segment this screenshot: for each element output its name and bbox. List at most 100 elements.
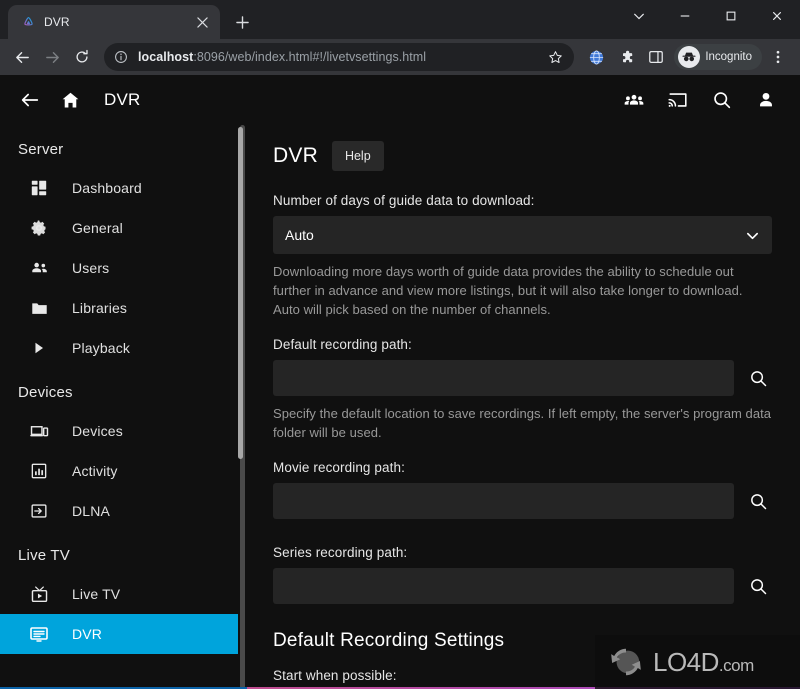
movie-recording-path-input[interactable] [273,483,734,519]
chart-bar-icon [28,462,50,480]
address-bar[interactable]: localhost:8096/web/index.html#!/livetvse… [104,43,575,71]
guide-days-select[interactable]: Auto [273,216,772,254]
input-arrow-icon [28,502,50,520]
folder-icon [28,299,50,318]
sidebar-item-libraries[interactable]: Libraries [0,288,238,328]
sidebar-item-dvr[interactable]: DVR [0,614,238,654]
default-recording-path-label: Default recording path: [273,337,412,352]
window-controls [616,0,800,32]
page-title: DVR [273,144,318,167]
sidebar-scroll-area: Server Dashboard General Users Libraries… [0,125,238,689]
app-title: DVR [104,90,141,109]
sidebar-item-users[interactable]: Users [0,248,238,288]
sidebar-item-playback[interactable]: Playback [0,328,238,368]
forward-button[interactable] [38,43,66,71]
back-button[interactable] [8,43,36,71]
sidebar-item-label: Users [72,260,110,276]
chevron-down-icon [745,216,760,254]
search-icon[interactable] [744,487,772,515]
sidebar-scrollbar-thumb[interactable] [238,127,243,459]
sidebar-section-server: Server [18,141,64,158]
search-icon[interactable] [702,80,742,120]
sidebar-item-label: Devices [72,423,123,439]
sidebar-item-label: Libraries [72,300,128,316]
sidebar-item-live-tv[interactable]: Live TV [0,574,238,614]
default-recording-settings-heading: Default Recording Settings [273,630,505,651]
movie-recording-path-row [273,483,772,519]
person-icon[interactable] [746,80,786,120]
default-recording-path-input[interactable] [273,360,734,396]
sidebar-item-dlna[interactable]: DLNA [0,491,238,531]
guide-days-label: Number of days of guide data to download… [273,193,535,208]
home-icon[interactable] [50,80,90,120]
settings-sidebar: Server Dashboard General Users Libraries… [0,125,247,689]
url-host: localhost [138,50,194,64]
extensions-puzzle-icon[interactable] [612,43,640,71]
close-window-icon[interactable] [754,0,800,32]
new-tab-button[interactable] [228,8,256,36]
sidebar-item-label: DVR [72,626,103,642]
sidebar-item-label: Live TV [72,586,121,602]
jellyfin-app: DVR Server Dashboard General Users Libra… [0,75,800,689]
page-header: DVR Help [273,141,772,171]
url-text: localhost:8096/web/index.html#!/livetvse… [138,50,536,64]
sidebar-item-label: Dashboard [72,180,142,196]
guide-days-help: Downloading more days worth of guide dat… [273,264,743,317]
bookmark-star-icon[interactable] [544,50,566,65]
sidebar-item-label: General [72,220,123,236]
guide-days-select-wrap: Auto [273,216,772,254]
sidebar-section-livetv: Live TV [18,547,70,564]
people-group-icon[interactable] [614,80,654,120]
settings-content: DVR Help Number of days of guide data to… [247,125,800,689]
devices-icon [28,422,50,441]
gear-icon [28,219,50,237]
tabstrip: DVR [0,0,256,39]
reload-button[interactable] [68,43,96,71]
incognito-label: Incognito [705,51,752,63]
sidebar-item-label: Playback [72,340,131,356]
jellyfin-icon [20,14,36,30]
help-button[interactable]: Help [331,141,384,171]
translate-globe-icon[interactable] [582,43,610,71]
start-when-possible-label: Start when possible: [273,668,397,683]
people-icon [28,259,50,278]
chevron-down-icon[interactable] [616,0,662,32]
app-header-actions [614,80,786,120]
dashboard-icon [28,179,50,197]
sidebar-item-general[interactable]: General [0,208,238,248]
series-recording-path-label: Series recording path: [273,545,408,560]
arrow-back-icon[interactable] [10,80,50,120]
info-circle-icon[interactable] [114,50,130,64]
subtitles-icon [28,624,50,644]
sidebar-item-label: DLNA [72,503,110,519]
browser-toolbar: localhost:8096/web/index.html#!/livetvse… [0,39,800,75]
sidebar-item-activity[interactable]: Activity [0,451,238,491]
url-path: :8096/web/index.html#!/livetvsettings.ht… [193,50,427,64]
series-recording-path-input[interactable] [273,568,734,604]
sidebar-item-devices[interactable]: Devices [0,411,238,451]
movie-recording-path-label: Movie recording path: [273,460,405,475]
series-recording-path-row [273,568,772,604]
default-recording-path-row [273,360,772,396]
tv-icon [28,585,50,604]
sidebar-scrollbar-track[interactable] [238,125,245,689]
minimize-icon[interactable] [662,0,708,32]
search-icon[interactable] [744,364,772,392]
maximize-icon[interactable] [708,0,754,32]
cast-icon[interactable] [658,80,698,120]
browser-tab-dvr[interactable]: DVR [8,5,220,39]
three-dot-menu-icon[interactable] [764,43,792,71]
default-recording-path-help: Specify the default location to save rec… [273,406,772,440]
incognito-indicator[interactable]: Incognito [674,44,762,70]
browser-tab-title: DVR [44,15,70,29]
sidebar-item-label: Activity [72,463,118,479]
app-header: DVR [0,75,800,125]
incognito-avatar-icon [678,46,701,68]
sidebar-section-devices: Devices [18,384,73,401]
sidebar-item-dashboard[interactable]: Dashboard [0,168,238,208]
screen: DVR localhost:8096/web/index.html#!/live… [0,0,800,689]
search-icon[interactable] [744,572,772,600]
side-panel-icon[interactable] [642,43,670,71]
close-icon[interactable] [192,12,212,32]
play-triangle-icon [28,340,50,356]
